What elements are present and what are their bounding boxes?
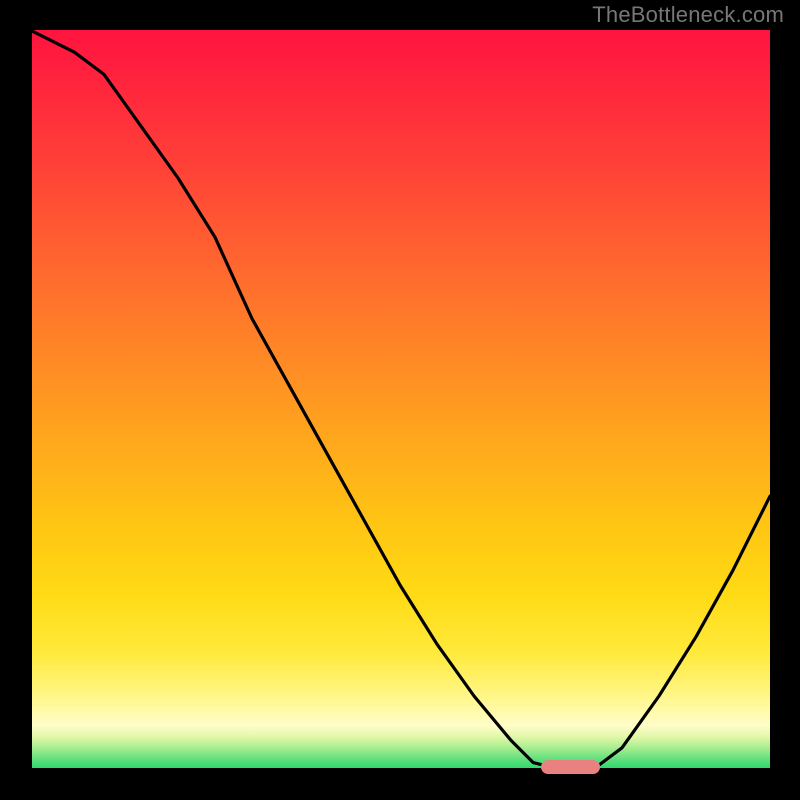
watermark-label: TheBottleneck.com bbox=[592, 2, 784, 28]
plot-gradient-background bbox=[30, 30, 770, 770]
optimal-point-marker bbox=[541, 760, 600, 774]
chart-root: TheBottleneck.com bbox=[0, 0, 800, 800]
